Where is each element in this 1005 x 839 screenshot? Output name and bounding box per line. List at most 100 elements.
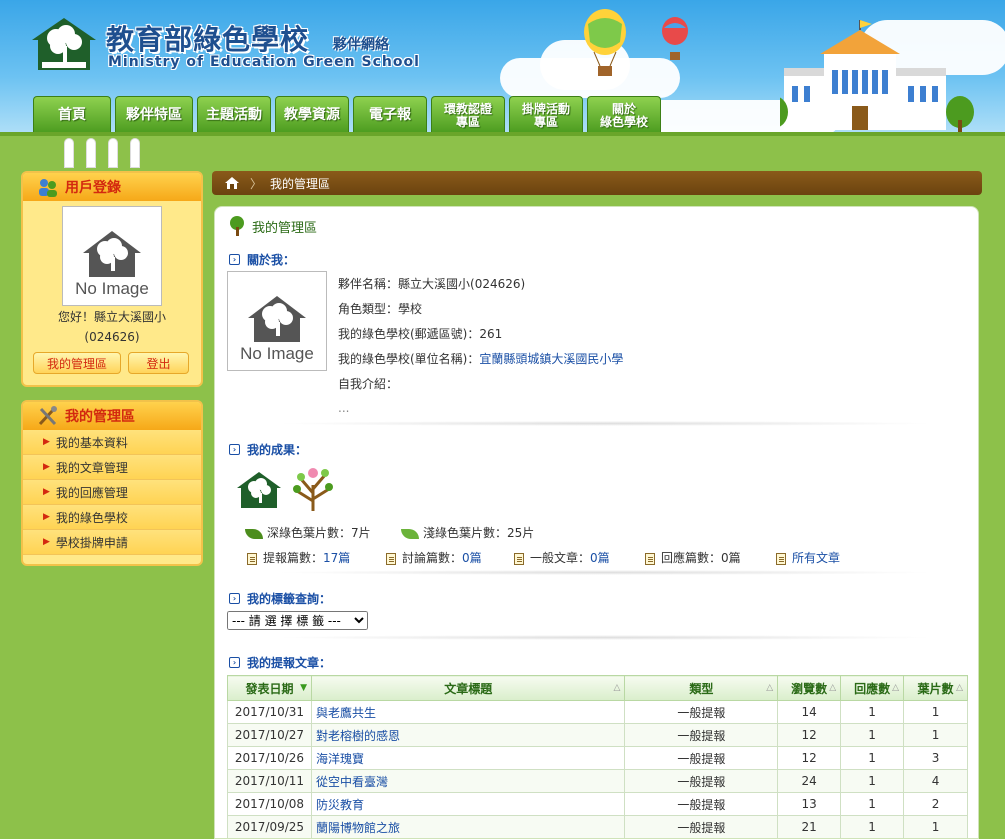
tag-select[interactable]: --- 請 選 擇 標 籤 --- bbox=[227, 611, 368, 630]
nav-tab[interactable]: 教學資源 bbox=[275, 96, 349, 134]
site-logo[interactable]: 教育部綠色學校 夥伴網絡 Ministry of Education Green… bbox=[28, 14, 448, 74]
home-icon[interactable] bbox=[224, 176, 240, 190]
nav-tab[interactable]: 首頁 bbox=[33, 96, 111, 134]
stat-item: 一般文章：0篇 bbox=[514, 549, 610, 566]
nav-tab[interactable]: 電子報 bbox=[353, 96, 427, 134]
tree-icon bbox=[230, 216, 244, 236]
breadcrumb-current: 我的管理區 bbox=[270, 176, 331, 191]
manage-menu-item[interactable]: ▶ 我的回應管理 bbox=[23, 480, 201, 505]
logout-button[interactable]: 登出 bbox=[128, 352, 189, 374]
school-building-illustration bbox=[780, 20, 974, 134]
cell-date: 2017/10/26 bbox=[227, 746, 312, 770]
article-title-link[interactable]: 從空中看臺灣 bbox=[316, 775, 388, 789]
stat-value: 0篇 bbox=[721, 551, 741, 565]
dark-leaf-icon bbox=[245, 528, 263, 539]
my-manage-button[interactable]: 我的管理區 bbox=[33, 352, 121, 374]
sort-icon[interactable]: △ bbox=[614, 683, 621, 693]
stat-value-link[interactable]: 所有文章 bbox=[792, 551, 840, 565]
fence-post bbox=[86, 138, 96, 168]
cell-type: 一般提報 bbox=[624, 792, 779, 816]
main-nav: 首頁 夥伴特區 主題活動 教學資源 電子報 環教認證 專區 掛牌活動 專區 關於 綠色學校 bbox=[33, 96, 661, 134]
achievements-heading-text: 我的成果： bbox=[247, 443, 308, 457]
cell-leaves: 3 bbox=[903, 746, 968, 770]
unit-value-link[interactable]: 宜蘭縣頭城鎮大溪國民小學 bbox=[479, 352, 623, 366]
article-title-link[interactable]: 海洋瑰寶 bbox=[316, 752, 364, 766]
light-leaf-icon bbox=[401, 528, 419, 539]
nav-tab[interactable]: 關於 綠色學校 bbox=[587, 96, 661, 134]
cell-date: 2017/10/08 bbox=[227, 792, 312, 816]
column-header[interactable]: 文章標題 △ bbox=[310, 675, 626, 701]
article-title-link[interactable]: 蘭陽博物館之旅 bbox=[316, 821, 400, 835]
divider bbox=[275, 421, 935, 426]
triangle-right-icon: ▶ bbox=[43, 487, 50, 497]
table-row: 2017/10/27 對老榕樹的感恩 一般提報 12 1 1 bbox=[227, 723, 968, 747]
column-header[interactable]: 回應數 △ bbox=[840, 675, 905, 701]
manage-menu-item-label: 我的基本資料 bbox=[55, 435, 128, 450]
manage-menu-list: ▶ 我的基本資料 ▶ 我的文章管理 ▶ 我的回應管理 ▶ 我的綠色學校 ▶ 學校掛牌申請 bbox=[23, 430, 201, 555]
sort-icon[interactable]: △ bbox=[892, 683, 899, 693]
green-school-house-icon bbox=[248, 296, 306, 342]
nav-tab[interactable]: 環教認證 專區 bbox=[431, 96, 505, 134]
stat-value-link[interactable]: 0篇 bbox=[462, 551, 482, 565]
manage-menu-item[interactable]: ▶ 學校掛牌申請 bbox=[23, 530, 201, 555]
column-header[interactable]: 葉片數 △ bbox=[903, 675, 968, 701]
cell-type: 一般提報 bbox=[624, 723, 779, 747]
panel-title-text: 我的管理區 bbox=[252, 220, 318, 236]
tools-icon bbox=[38, 406, 57, 426]
nav-tab[interactable]: 夥伴特區 bbox=[115, 96, 193, 134]
green-school-house-icon bbox=[83, 231, 141, 277]
document-icon bbox=[776, 552, 786, 565]
stat-item: 所有文章 bbox=[776, 549, 840, 566]
manage-menu-item[interactable]: ▶ 我的基本資料 bbox=[23, 430, 201, 455]
cell-type: 一般提報 bbox=[624, 700, 779, 724]
sort-desc-icon[interactable]: ▼ bbox=[300, 683, 307, 693]
stat-value-link[interactable]: 0篇 bbox=[590, 551, 610, 565]
sort-icon[interactable]: △ bbox=[829, 683, 836, 693]
cell-date: 2017/09/25 bbox=[227, 815, 312, 838]
hot-air-balloon-icon bbox=[584, 9, 626, 76]
unit-row: 我的綠色學校(單位名稱)：宜蘭縣頭城鎮大溪國民小學 bbox=[338, 350, 623, 367]
green-school-emblem-icon bbox=[32, 18, 96, 70]
login-box: 用戶登錄 No Image 您好！縣立大溪國小 (024626) 我的管理區 登… bbox=[21, 171, 203, 387]
article-title-link[interactable]: 與老鷹共生 bbox=[316, 706, 376, 720]
school-badge-icon bbox=[237, 472, 281, 508]
table-row: 2017/10/31 與老鷹共生 一般提報 14 1 1 bbox=[227, 700, 968, 724]
table-row: 2017/10/08 防災教育 一般提報 13 1 2 bbox=[227, 792, 968, 816]
stat-label: 一般文章： bbox=[530, 551, 591, 565]
manage-menu-item[interactable]: ▶ 我的綠色學校 bbox=[23, 505, 201, 530]
manage-menu-item-label: 我的回應管理 bbox=[55, 485, 128, 500]
greeting-user-id: (024626) bbox=[84, 330, 140, 344]
light-leaves-value: 25片 bbox=[507, 526, 535, 540]
sort-icon[interactable]: △ bbox=[956, 683, 963, 693]
cell-title: 與老鷹共生 bbox=[310, 700, 626, 724]
cell-type: 一般提報 bbox=[624, 769, 779, 793]
manage-menu-header: 我的管理區 bbox=[23, 402, 201, 430]
zip-value: 261 bbox=[479, 327, 503, 341]
fence-post bbox=[64, 138, 74, 168]
cell-views: 12 bbox=[777, 746, 842, 770]
role-row: 角色類型：學校 bbox=[338, 300, 422, 317]
users-icon bbox=[39, 179, 57, 197]
dark-leaves-label: 深綠色葉片數： bbox=[267, 526, 352, 540]
panel-title: 我的管理區 bbox=[227, 215, 317, 237]
column-header[interactable]: 發表日期 ▼ bbox=[227, 675, 312, 701]
sort-icon[interactable]: △ bbox=[766, 683, 773, 693]
about-heading: › 關於我： bbox=[229, 251, 295, 268]
column-header[interactable]: 類型 △ bbox=[624, 675, 779, 701]
nav-tab[interactable]: 掛牌活動 專區 bbox=[509, 96, 583, 134]
column-header[interactable]: 瀏覽數 △ bbox=[777, 675, 842, 701]
cell-leaves: 1 bbox=[903, 700, 968, 724]
site-title-zh: 教育部綠色學校 bbox=[106, 23, 310, 56]
cell-replies: 1 bbox=[840, 723, 905, 747]
manage-menu-item[interactable]: ▶ 我的文章管理 bbox=[23, 455, 201, 480]
article-title-link[interactable]: 對老榕樹的感恩 bbox=[316, 729, 400, 743]
grass-strip bbox=[0, 132, 1005, 170]
stat-label: 討論篇數： bbox=[402, 551, 463, 565]
cell-views: 24 bbox=[777, 769, 842, 793]
nav-tab[interactable]: 主題活動 bbox=[197, 96, 271, 134]
dark-leaves-value: 7片 bbox=[351, 526, 371, 540]
article-title-link[interactable]: 防災教育 bbox=[316, 798, 364, 812]
stat-value-link[interactable]: 17篇 bbox=[323, 551, 350, 565]
role-value: 學校 bbox=[398, 302, 423, 316]
articles-heading: › 我的提報文章： bbox=[229, 654, 331, 671]
